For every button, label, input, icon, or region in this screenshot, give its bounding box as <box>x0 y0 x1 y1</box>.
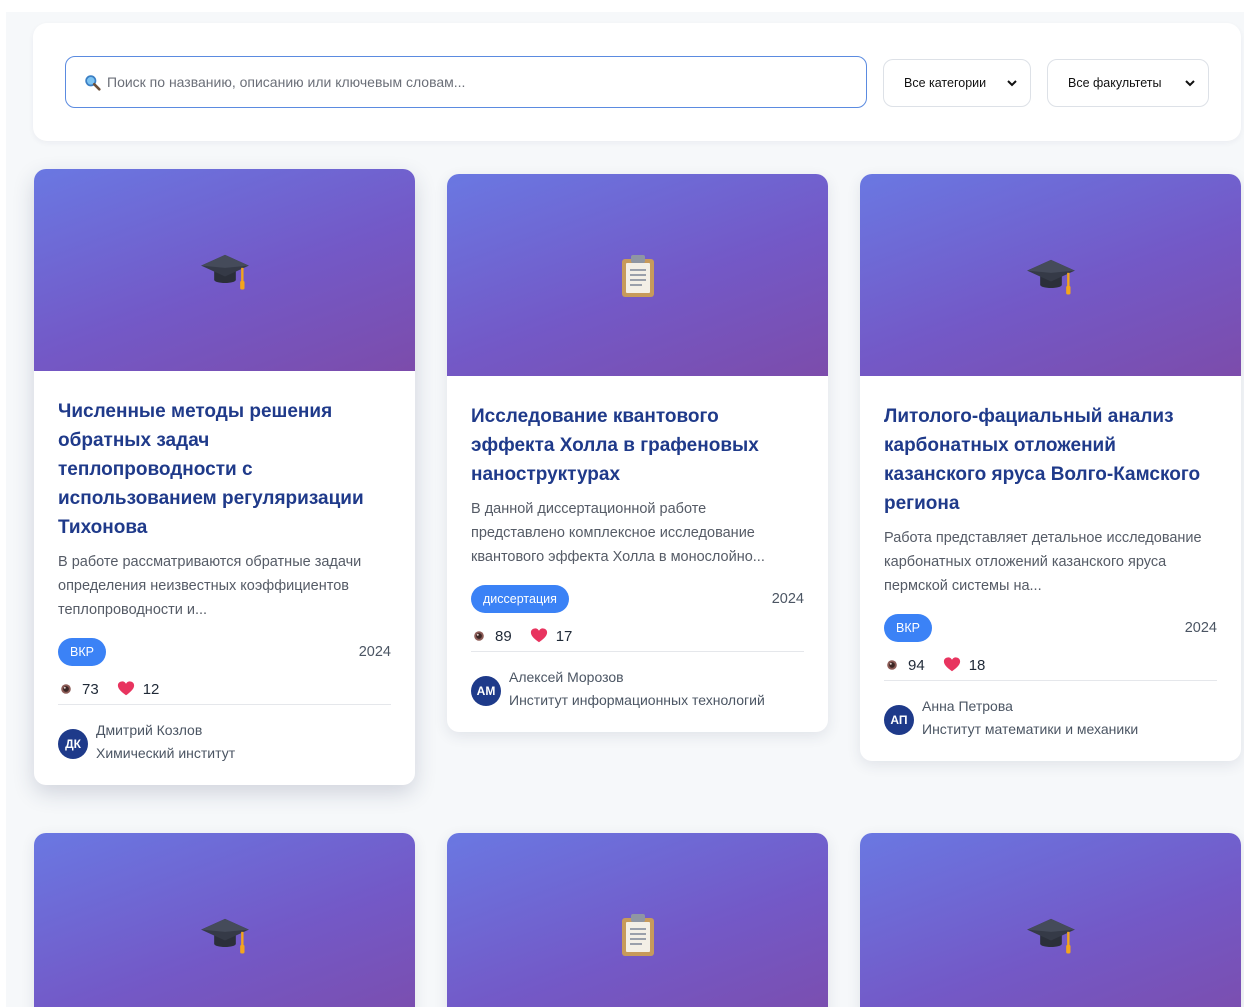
graduation-cap-icon <box>199 908 251 960</box>
clipboard-icon <box>614 249 662 301</box>
eye-icon <box>58 681 74 697</box>
eye-icon <box>884 657 900 673</box>
category-badge: ВКР <box>58 638 106 666</box>
faculty-select[interactable]: Все факультеты <box>1047 59 1209 107</box>
eye-icon <box>471 628 487 644</box>
views-count: 94 <box>908 656 925 674</box>
author-name: Дмитрий Козлов <box>96 722 203 738</box>
category-badge: ВКР <box>884 614 932 642</box>
graduation-cap-icon <box>1025 249 1077 301</box>
clipboard-icon <box>614 908 662 960</box>
heart-icon[interactable] <box>943 656 961 674</box>
card-year: 2024 <box>771 591 804 607</box>
author-institute: Институт информационных технологий <box>509 692 765 708</box>
author-name: Анна Петрова <box>922 698 1013 714</box>
graduation-cap-icon <box>1025 908 1077 960</box>
card-cover <box>447 833 828 1007</box>
chevron-down-icon <box>1185 80 1195 87</box>
card-year: 2024 <box>358 644 391 660</box>
chevron-down-icon <box>1007 80 1017 87</box>
card-description: В работе рассматриваются обратные задачи… <box>58 554 362 618</box>
avatar: АП <box>884 705 914 735</box>
likes-count: 17 <box>555 627 573 645</box>
filter-bar: Все категории Все факультеты <box>33 23 1241 141</box>
author-block: ДК Дмитрий Козлов Химический институт <box>58 719 391 765</box>
card-year: 2024 <box>1184 620 1217 636</box>
category-select-value: Все категории <box>904 76 987 90</box>
search-box[interactable] <box>65 56 867 108</box>
views-count: 73 <box>82 680 99 698</box>
graduation-cap-icon <box>199 244 251 296</box>
work-card[interactable] <box>860 833 1241 1007</box>
avatar: АМ <box>471 676 501 706</box>
category-badge: диссертация <box>471 585 569 613</box>
heart-icon[interactable] <box>530 627 548 645</box>
card-cover <box>34 833 415 1007</box>
author-institute: Институт математики и механики <box>922 721 1139 737</box>
card-description: Работа представляет детальное исследован… <box>884 530 1202 594</box>
card-description: В данной диссертационной работе представ… <box>471 501 765 565</box>
work-card[interactable] <box>34 833 415 1007</box>
author-block: АП Анна Петрова Институт математики и ме… <box>884 695 1217 741</box>
faculty-select-value: Все факультеты <box>1068 76 1162 90</box>
search-icon <box>85 74 101 91</box>
card-cover <box>860 174 1241 376</box>
card-cover <box>860 833 1241 1007</box>
card-cover <box>447 174 828 376</box>
likes-count: 12 <box>142 680 160 698</box>
author-name: Алексей Морозов <box>509 669 624 685</box>
likes-count: 18 <box>968 656 986 674</box>
work-card[interactable]: Численные методы решения обратных задач … <box>34 169 415 785</box>
work-card[interactable]: Литолого-фациальный анализ карбонатных о… <box>860 174 1241 761</box>
avatar: ДК <box>58 729 88 759</box>
search-input[interactable] <box>107 74 847 90</box>
page: Все категории Все факультеты Численные м… <box>6 12 1244 1007</box>
card-title[interactable]: Исследование квантового эффекта Холла в … <box>471 402 804 489</box>
category-select[interactable]: Все категории <box>883 59 1031 107</box>
card-title[interactable]: Литолого-фациальный анализ карбонатных о… <box>884 402 1217 518</box>
card-cover <box>34 169 415 371</box>
views-count: 89 <box>495 627 512 645</box>
work-card[interactable]: Исследование квантового эффекта Холла в … <box>447 174 828 732</box>
author-institute: Химический институт <box>96 745 236 761</box>
heart-icon[interactable] <box>117 680 135 698</box>
card-title[interactable]: Численные методы решения обратных задач … <box>58 397 391 542</box>
author-block: АМ Алексей Морозов Институт информационн… <box>471 666 804 712</box>
work-card[interactable] <box>447 833 828 1007</box>
